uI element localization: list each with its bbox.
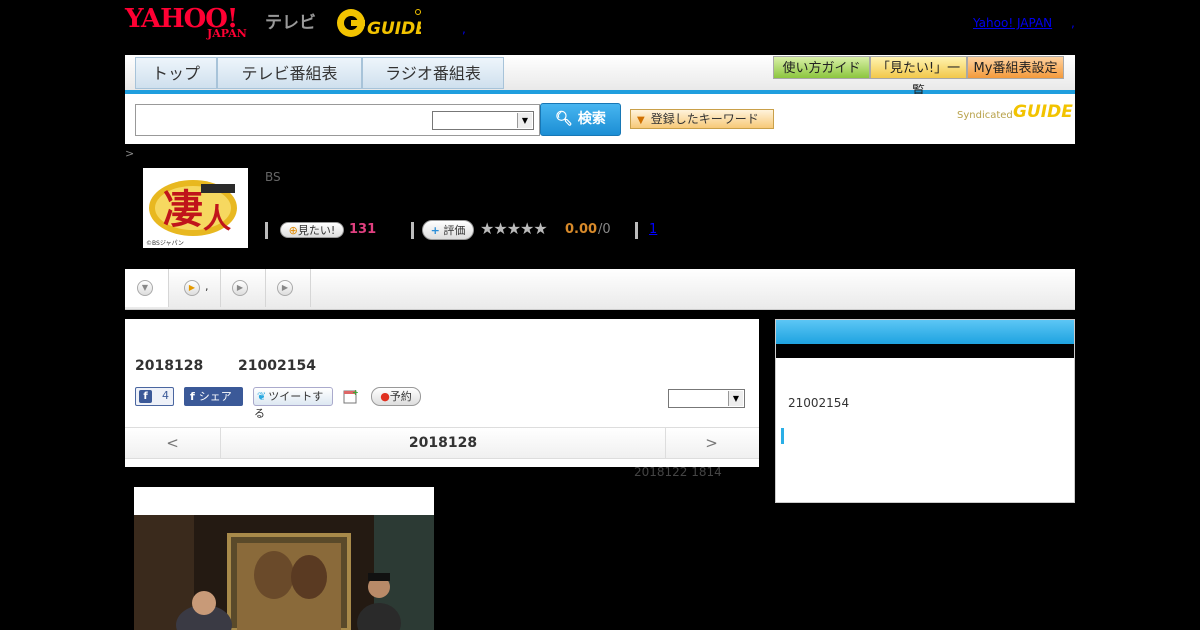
chevron-down-icon: ▼ <box>137 280 153 296</box>
rating-stars-icon: ★★★★★ <box>480 219 548 238</box>
tab-radio-schedule[interactable]: ラジオ番組表 <box>362 57 504 89</box>
program-date: 2018128 <box>135 358 204 374</box>
review-count-link[interactable]: 1 <box>649 222 657 237</box>
rate-button-label: 評価 <box>443 224 466 237</box>
program-thumbnail: 凄 人 ©BSジャパン <box>143 168 248 248</box>
gguide-logo[interactable]: GUIDE <box>335 6 427 40</box>
tab-4[interactable]: ▶ <box>266 269 311 307</box>
svg-text:+: + <box>352 388 358 397</box>
facebook-share-label: シェア <box>198 390 232 403</box>
usage-guide-button[interactable]: 使い方ガイド <box>773 56 870 79</box>
updated-timestamp: 2018122 1814 <box>634 465 722 479</box>
search-icon: 🔍︎ <box>555 111 573 127</box>
chevron-down-icon: ▼ <box>517 113 532 128</box>
thumbnail-copyright: ©BSジャパン <box>146 240 184 247</box>
dropdown-arrow-icon: ▼ <box>637 115 645 126</box>
play-icon: ▶ <box>277 280 293 296</box>
header-separator: , <box>1071 16 1075 30</box>
gguide-logo-text: GUIDE <box>367 19 421 39</box>
rate-button[interactable]: + 評価 <box>422 220 474 240</box>
pager-prev-button[interactable]: < <box>125 428 220 458</box>
sidebar-accent-bar <box>781 428 784 444</box>
search-bar: ▼ 🔍︎ 検索 ▼ 登録したキーワード Syndicated GUIDE <box>125 94 1075 144</box>
registered-keywords-button[interactable]: ▼ 登録したキーワード <box>630 109 774 129</box>
pager-current-date: 2018128 <box>220 428 666 458</box>
facebook-like-count: 4 <box>162 389 169 402</box>
plus-icon: + <box>430 224 440 237</box>
sidebar-panel: 21002154 <box>775 319 1075 503</box>
reserve-button[interactable]: ●予約 <box>371 387 421 406</box>
mitai-list-button[interactable]: 「見たい!」一覧 <box>870 56 967 99</box>
svg-text:凄: 凄 <box>163 186 203 233</box>
syndicated-gguide-logo: GUIDE <box>1013 102 1073 122</box>
twitter-bird-icon: ❦ <box>257 390 267 403</box>
rating-score: 0.00 <box>565 222 598 237</box>
tab-tv-schedule[interactable]: テレビ番組表 <box>217 57 362 89</box>
tab-2[interactable]: ▶ , <box>169 269 221 307</box>
sidebar-time: 21002154 <box>788 396 850 410</box>
yahoo-japan-link[interactable]: Yahoo! JAPAN <box>973 16 1052 30</box>
play-icon: ▶ <box>232 280 248 296</box>
facebook-share-button[interactable]: f シェア <box>184 387 243 406</box>
tab-top[interactable]: トップ <box>135 57 217 89</box>
divider <box>265 222 268 239</box>
search-button-label: 検索 <box>577 111 606 127</box>
my-schedule-settings-button[interactable]: My番組表設定 <box>967 56 1064 79</box>
facebook-icon: f <box>190 390 195 403</box>
svg-text:人: 人 <box>203 202 231 235</box>
facebook-icon: f <box>139 390 152 403</box>
add-calendar-icon[interactable]: + <box>343 388 359 404</box>
tab-3[interactable]: ▶ <box>221 269 266 307</box>
sidebar-subheader <box>776 344 1074 358</box>
channel-label: BS <box>265 170 281 184</box>
mitai-button-label: 見たい! <box>297 224 336 237</box>
play-icon: ▶ <box>184 280 200 296</box>
image-caption-box <box>134 487 434 515</box>
header-dot-link[interactable]: , <box>462 22 466 36</box>
facebook-like-button[interactable]: f 4 <box>135 387 174 406</box>
tv-label[interactable]: テレビ <box>265 8 316 33</box>
pager-next-button[interactable]: > <box>664 428 759 458</box>
rating-count: /0 <box>598 222 611 237</box>
tab-2-label: , <box>205 280 209 293</box>
tweet-button[interactable]: ❦ ツイートする <box>253 387 333 420</box>
divider <box>411 222 414 239</box>
program-photo <box>134 515 434 630</box>
program-time: 21002154 <box>238 358 316 374</box>
yahoo-japan-logo: JAPAN <box>207 27 247 40</box>
program-detail-panel: 2018128 21002154 f 4 f シェア ❦ ツイートする + ●予約 … <box>125 319 759 467</box>
date-pager: < 2018128 > <box>125 427 759 459</box>
main-nav: トップ テレビ番組表 ラジオ番組表 使い方ガイド 「見たい!」一覧 My番組表設… <box>125 55 1075 99</box>
search-button[interactable]: 🔍︎ 検索 <box>540 103 621 136</box>
divider <box>635 222 638 239</box>
record-icon: ● <box>380 390 390 403</box>
program-select[interactable]: ▼ <box>668 389 745 408</box>
tab-detail[interactable]: ▼ <box>125 269 169 307</box>
search-category-select[interactable]: ▼ <box>432 111 534 130</box>
breadcrumb[interactable]: > <box>125 147 134 160</box>
site-header: YAHOO! JAPAN テレビ GUIDE Yahoo! JAPAN , , <box>125 0 1075 50</box>
program-tabs: ▼ ▶ , ▶ ▶ <box>125 269 1075 310</box>
mitai-button[interactable]: ⊕見たい! <box>280 222 344 238</box>
sidebar-header <box>776 320 1074 344</box>
chevron-down-icon: ▼ <box>728 391 743 406</box>
mitai-count: 131 <box>349 222 377 237</box>
syndicated-label: Syndicated <box>957 110 1013 121</box>
reserve-label: 予約 <box>389 390 412 403</box>
plus-icon: ⊕ <box>288 224 298 237</box>
registered-keywords-label: 登録したキーワード <box>650 112 759 126</box>
